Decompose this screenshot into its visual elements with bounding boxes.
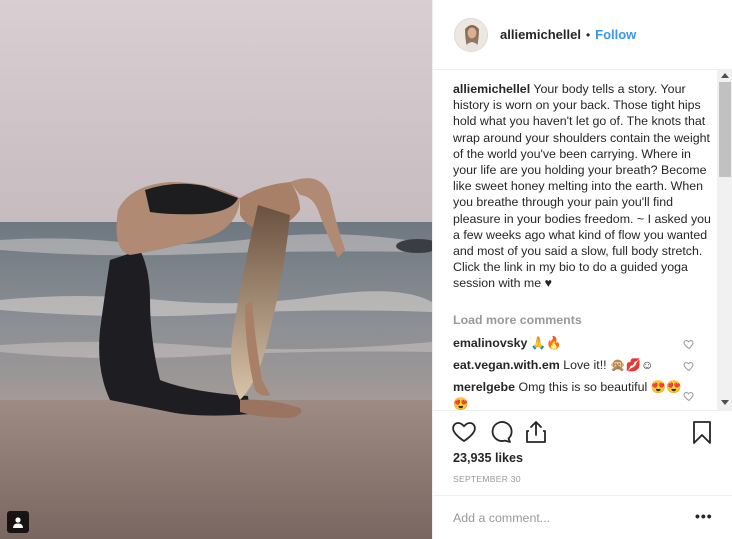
avatar[interactable] <box>454 17 488 52</box>
comment-like-heart-icon[interactable] <box>683 390 695 402</box>
comment-item: eat.vegan.with.em Love it!! 🙊💋☺ <box>453 357 685 374</box>
more-options-button[interactable]: ••• <box>695 508 713 524</box>
comment-item: merelgebe Omg this is so beautiful 😍😍😍 <box>453 379 685 410</box>
scroll-up-arrow[interactable] <box>721 73 729 78</box>
yoga-beach-image <box>0 0 432 539</box>
separator-dot: • <box>585 27 591 42</box>
like-count[interactable]: 23,935 likes <box>453 451 523 465</box>
comment-username[interactable]: emalinovsky <box>453 336 527 350</box>
scroll-down-arrow[interactable] <box>721 400 729 405</box>
load-more-comments-button[interactable]: Load more comments <box>453 313 582 327</box>
post-photo[interactable] <box>0 0 432 539</box>
caption: alliemichellel Your body tells a story. … <box>453 81 715 292</box>
comment-text: 🙏🔥 <box>530 336 562 350</box>
comment-like-heart-icon[interactable] <box>683 338 695 350</box>
post-date[interactable]: SEPTEMBER 30 <box>453 474 521 484</box>
user-tag-icon <box>13 517 23 528</box>
bookmark-icon[interactable] <box>689 419 715 445</box>
add-comment-bar: ••• <box>433 495 732 539</box>
post-side-panel: alliemichellel • Follow alliemichellel Y… <box>432 0 732 539</box>
post-header: alliemichellel • Follow <box>433 0 732 70</box>
user-tag-button[interactable] <box>7 511 29 533</box>
comments-scrollbar[interactable] <box>717 70 732 410</box>
caption-username[interactable]: alliemichellel <box>453 82 530 96</box>
add-comment-input[interactable] <box>453 508 683 528</box>
comment-icon[interactable] <box>487 419 513 445</box>
share-icon[interactable] <box>523 419 549 445</box>
comment-username[interactable]: eat.vegan.with.em <box>453 358 560 372</box>
caption-text: Your body tells a story. Your history is… <box>453 82 711 291</box>
follow-button[interactable]: Follow <box>595 27 636 42</box>
comment-like-heart-icon[interactable] <box>683 360 695 372</box>
action-bar <box>433 410 732 450</box>
comment-username[interactable]: merelgebe <box>453 380 515 394</box>
avatar-image <box>455 18 487 51</box>
comment-text: Love it!! 🙊💋☺ <box>563 358 654 372</box>
heart-icon[interactable] <box>451 419 477 445</box>
comment-item: emalinovsky 🙏🔥 <box>453 335 685 352</box>
scroll-thumb[interactable] <box>719 82 731 177</box>
header-username[interactable]: alliemichellel <box>500 27 581 42</box>
comments-section: alliemichellel Your body tells a story. … <box>433 70 732 410</box>
